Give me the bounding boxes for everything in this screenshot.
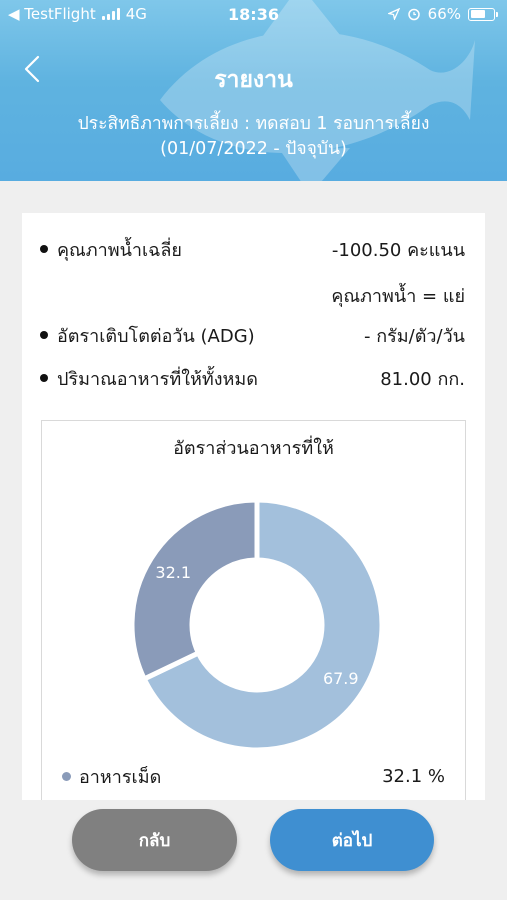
battery-icon	[468, 7, 498, 21]
report-card: คุณภาพน้ำเฉลี่ย -100.50 คะแนน คุณภาพน้ำ …	[22, 213, 485, 803]
donut-slice-label-0: 67.9	[323, 669, 359, 688]
battery-percent: 66%	[427, 5, 461, 23]
legend-value: 32.1 %	[382, 765, 445, 787]
feed-ratio-chart: อัตราส่วนอาหารที่ให้ 67.9 32.1 อาหารเม็ด …	[41, 420, 466, 803]
status-bar: ◀ TestFlight 4G 18:36 66%	[0, 0, 507, 30]
feed-total-row: ปริมาณอาหารที่ให้ทั้งหมด 81.00 กก.	[40, 364, 465, 392]
legend-dot-icon	[62, 771, 71, 781]
bullet-icon	[40, 374, 48, 382]
water-quality-row: คุณภาพน้ำเฉลี่ย -100.50 คะแนน	[40, 235, 465, 263]
page-subtitle: ประสิทธิภาพการเลี้ยง : ทดสอบ 1 รอบการเลี…	[0, 112, 507, 162]
water-quality-grade: คุณภาพน้ำ = แย่	[331, 285, 465, 307]
adg-value: - กรัม/ตัว/วัน	[364, 325, 465, 347]
bullet-icon	[40, 245, 48, 253]
bullet-icon	[40, 331, 48, 339]
feed-total-value: 81.00 กก.	[380, 368, 465, 390]
back-button[interactable]: กลับ	[72, 809, 237, 871]
legend-label: อาหารเม็ด	[79, 766, 162, 788]
adg-label: อัตราเติบโตต่อวัน (ADG)	[57, 325, 255, 347]
chart-legend-item: อาหารเม็ด 32.1 %	[62, 762, 445, 790]
donut-slice-1	[129, 497, 260, 683]
header-banner: ◀ TestFlight 4G 18:36 66% รายงาน ประสิทธ…	[0, 0, 507, 181]
subtitle-line-1: ประสิทธิภาพการเลี้ยง : ทดสอบ 1 รอบการเลี…	[77, 114, 430, 134]
next-button[interactable]: ต่อไป	[270, 809, 434, 871]
water-quality-label: คุณภาพน้ำเฉลี่ย	[57, 239, 182, 261]
location-arrow-icon	[387, 8, 400, 20]
donut-slice-label-1: 32.1	[155, 563, 191, 582]
donut-chart: 67.9 32.1	[129, 497, 385, 753]
water-quality-grade-row: คุณภาพน้ำ = แย่	[40, 281, 465, 309]
water-quality-value: -100.50 คะแนน	[331, 239, 465, 261]
feed-total-label: ปริมาณอาหารที่ให้ทั้งหมด	[57, 368, 258, 390]
subtitle-line-2: (01/07/2022 - ปัจจุบัน)	[160, 139, 347, 159]
alarm-icon	[407, 8, 420, 21]
adg-row: อัตราเติบโตต่อวัน (ADG) - กรัม/ตัว/วัน	[40, 321, 465, 349]
page-title: รายงาน	[214, 67, 293, 93]
